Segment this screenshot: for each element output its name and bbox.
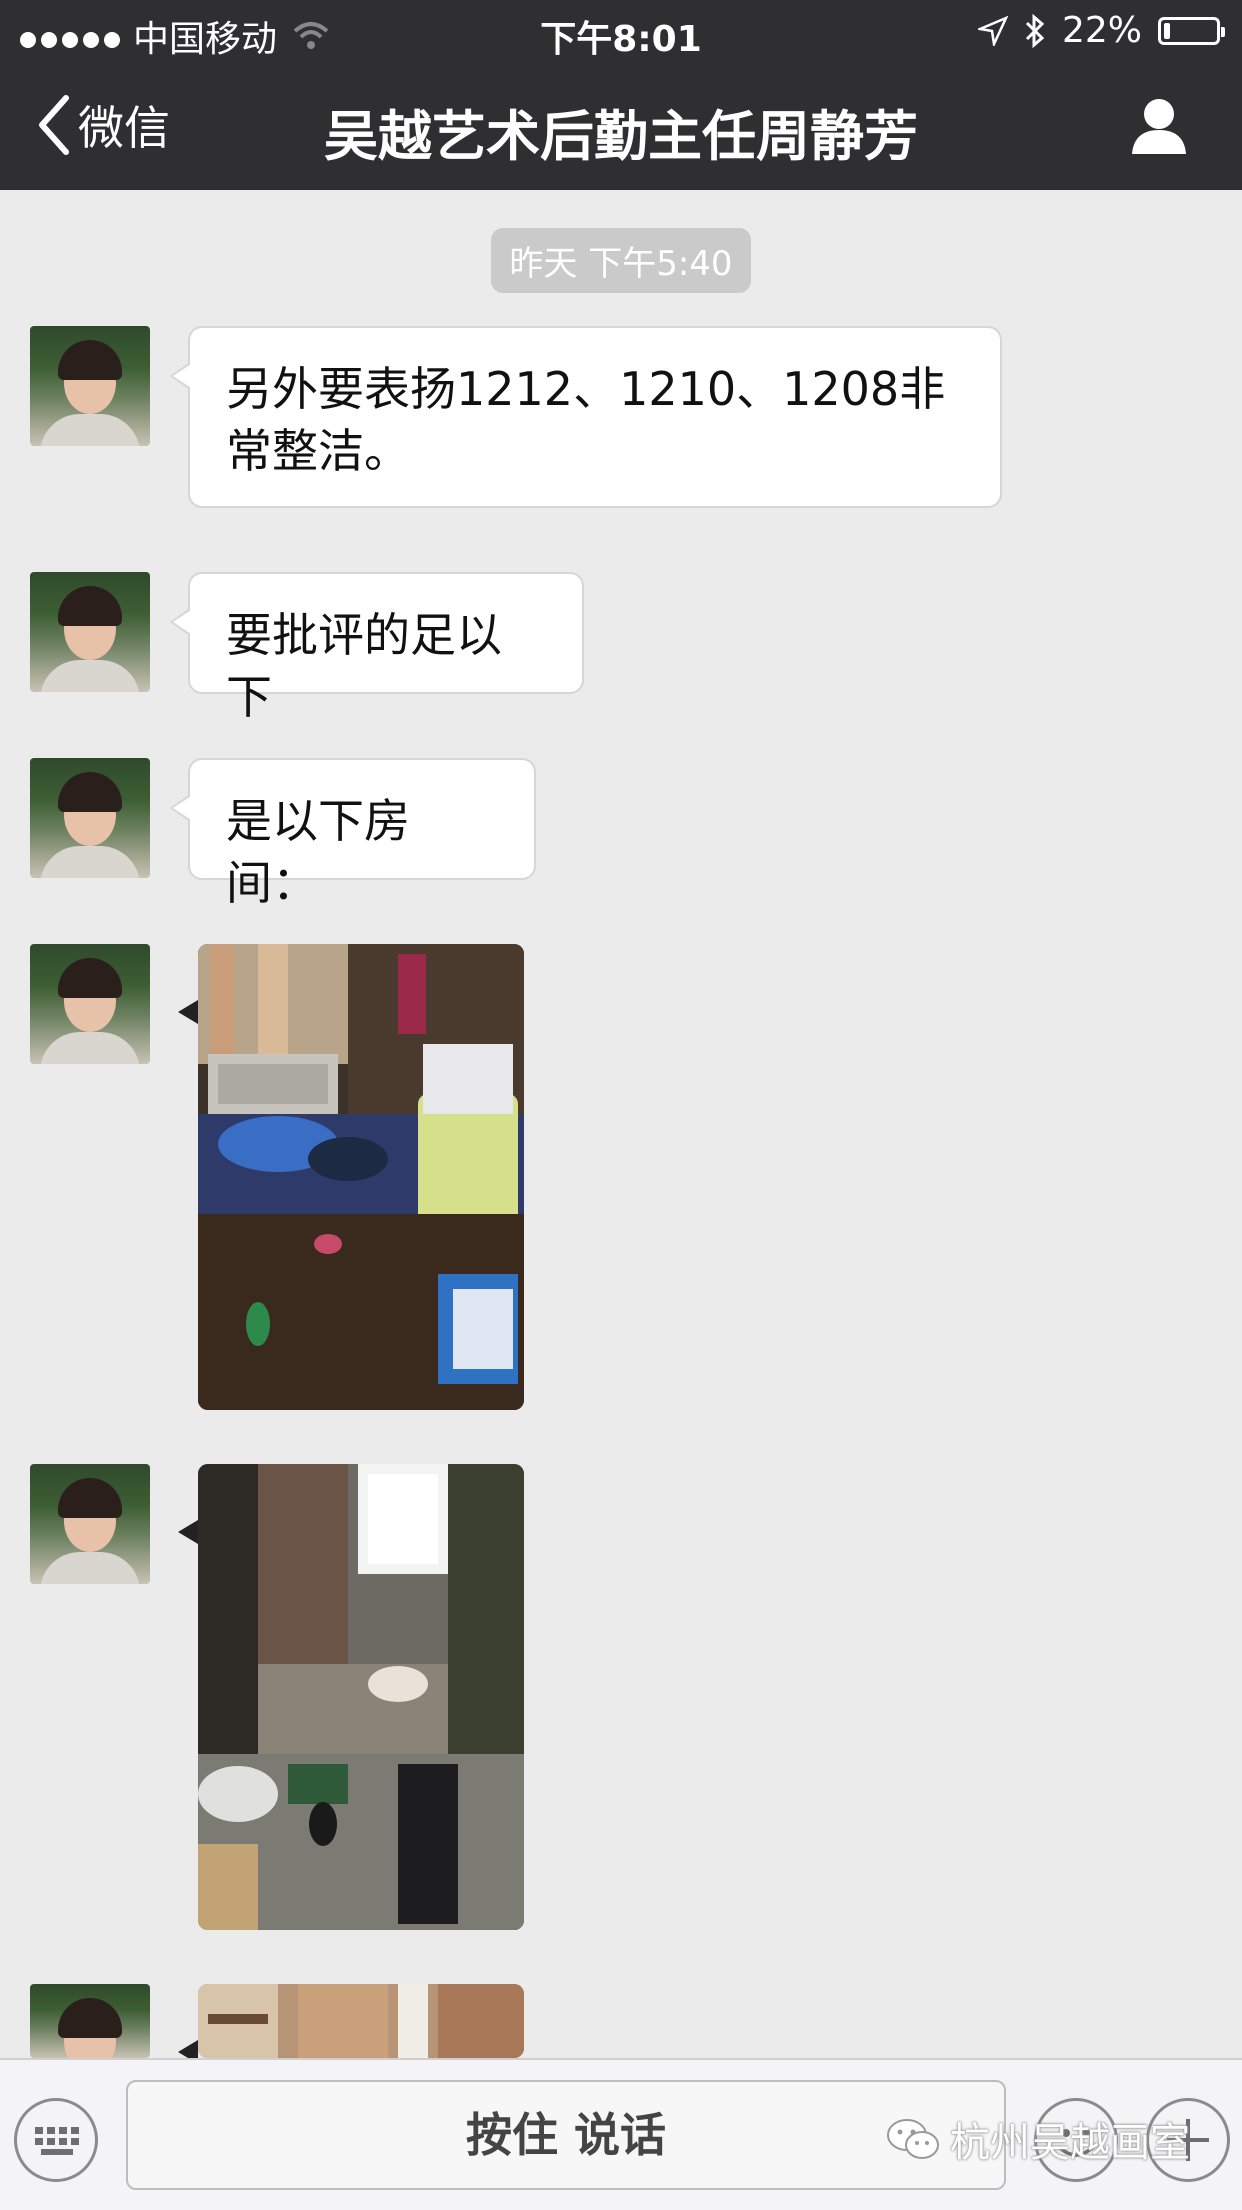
message-image[interactable] — [198, 1984, 524, 2058]
message-bubble[interactable]: 另外要表扬1212、1210、1208非常整洁。 — [170, 326, 1002, 508]
timestamp-row: 昨天 下午5:40 — [0, 228, 1242, 293]
avatar[interactable] — [30, 758, 150, 878]
bluetooth-icon — [1025, 13, 1045, 48]
message-text: 是以下房间： — [226, 794, 410, 910]
bubble-tail — [178, 1000, 198, 1024]
message-image[interactable] — [198, 1464, 524, 1930]
messy-room-photo — [198, 1464, 524, 1930]
nav-bar: 微信 吴越艺术后勤主任周静芳 — [0, 62, 1242, 190]
messy-room-photo — [198, 944, 524, 1410]
status-bar: 中国移动 下午8:01 22% — [0, 0, 1242, 62]
avatar[interactable] — [30, 1464, 150, 1584]
room-photo-partial — [198, 1984, 524, 2058]
chat-title: 吴越艺术后勤主任周静芳 — [324, 105, 918, 168]
location-icon — [977, 15, 1008, 46]
top-bar: 中国移动 下午8:01 22% 微信 吴越艺术后勤主任周静芳 — [0, 0, 1242, 190]
message-text: 要批评的足以下 — [226, 608, 502, 724]
watermark-text: 杭州吴越画室 — [950, 2120, 1190, 2166]
battery-percent: 22% — [1061, 10, 1142, 51]
bubble-tail — [178, 1520, 198, 1544]
keyboard-button[interactable] — [14, 2098, 98, 2182]
message-image[interactable] — [198, 944, 524, 1410]
status-right: 22% — [977, 10, 1225, 51]
avatar[interactable] — [30, 944, 150, 1064]
battery-fill — [1164, 22, 1171, 39]
avatar[interactable] — [30, 1984, 150, 2058]
hold-to-talk-button[interactable]: 按住 说话 — [126, 2080, 1006, 2190]
message-bubble[interactable]: 要批评的足以下 — [170, 572, 584, 724]
person-icon[interactable] — [1130, 96, 1188, 156]
message-text: 另外要表扬1212、1210、1208非常整洁。 — [226, 362, 946, 478]
keyboard-icon — [35, 2127, 79, 2155]
watermark: 杭州吴越画室 — [886, 2110, 1190, 2168]
avatar[interactable] — [30, 326, 150, 446]
input-bar: 按住 说话 杭州吴越画室 — [0, 2058, 1242, 2210]
message-bubble[interactable]: 是以下房间： — [170, 758, 536, 910]
avatar[interactable] — [30, 572, 150, 692]
wechat-logo-icon — [887, 2119, 939, 2159]
chat-timestamp: 昨天 下午5:40 — [491, 228, 751, 293]
battery-icon — [1158, 16, 1225, 45]
